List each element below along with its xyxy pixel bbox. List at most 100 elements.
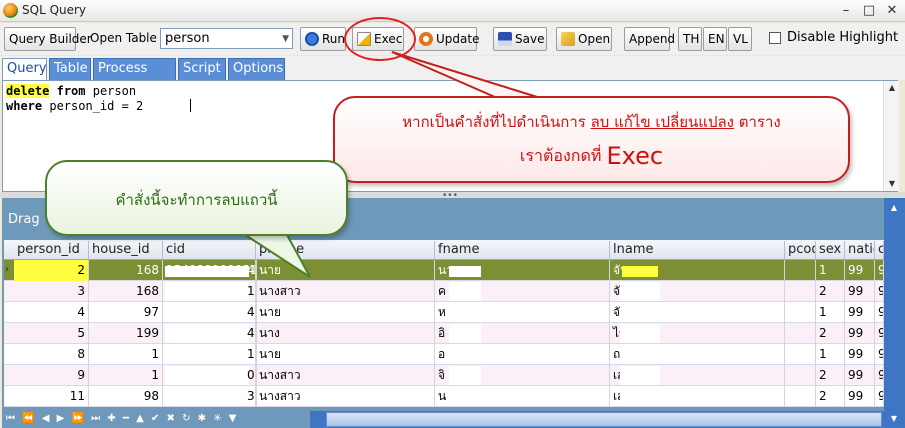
redaction-mask bbox=[165, 324, 249, 343]
cell-natio[interactable]: 99 bbox=[845, 260, 875, 281]
col-header-fname[interactable]: fname bbox=[435, 241, 610, 259]
cell-natio[interactable]: 99 bbox=[845, 365, 875, 386]
cell-natio[interactable]: 99 bbox=[845, 281, 875, 302]
cell-c[interactable]: 9 bbox=[875, 344, 884, 365]
tab-table[interactable]: Table bbox=[49, 58, 91, 80]
disable-highlight-checkbox[interactable] bbox=[769, 32, 781, 44]
cell-person-id[interactable]: 4 bbox=[14, 302, 89, 323]
col-header-nation[interactable]: natio bbox=[845, 241, 875, 259]
cell-natio[interactable]: 99 bbox=[845, 323, 875, 344]
col-header-lname[interactable]: lname bbox=[610, 241, 785, 259]
update-button[interactable]: Update bbox=[414, 27, 479, 51]
lang-th-button[interactable]: TH bbox=[678, 27, 702, 51]
cell-natio[interactable]: 99 bbox=[845, 302, 875, 323]
cell-person-id[interactable]: 9 bbox=[14, 365, 89, 386]
cell-person-id[interactable]: 8 bbox=[14, 344, 89, 365]
col-header-person-id[interactable]: person_id bbox=[14, 241, 89, 259]
disable-highlight-label: Disable Highlight bbox=[787, 30, 899, 45]
col-header-pname[interactable]: pname bbox=[256, 241, 435, 259]
cell-house-id[interactable]: 98 bbox=[89, 386, 163, 407]
close-icon[interactable]: ✕ bbox=[881, 2, 903, 20]
grid-scroll-up-icon[interactable]: ▲ bbox=[886, 201, 902, 215]
grid-scroll-down-icon[interactable]: ▼ bbox=[886, 412, 902, 426]
window-title: SQL Query bbox=[22, 3, 87, 17]
tab-query[interactable]: Query bbox=[2, 58, 47, 80]
cell-natio[interactable]: 99 bbox=[845, 344, 875, 365]
cell-pname[interactable]: นางสาว bbox=[256, 365, 435, 386]
cell-sex[interactable]: 2 bbox=[816, 281, 845, 302]
cell-c[interactable]: 9 bbox=[875, 281, 884, 302]
cell-person-id[interactable]: 2 bbox=[14, 260, 89, 281]
horizontal-scroll-thumb[interactable] bbox=[326, 412, 882, 427]
maximize-icon[interactable]: □ bbox=[858, 2, 880, 20]
cell-c[interactable]: 9 bbox=[875, 386, 884, 407]
cell-house-id[interactable]: 97 bbox=[89, 302, 163, 323]
cid-suffix: 4 bbox=[247, 302, 257, 323]
cell-pname[interactable]: นาง bbox=[256, 323, 435, 344]
cell-c[interactable]: 9 bbox=[875, 260, 884, 281]
query-builder-button[interactable]: Query Builder bbox=[4, 27, 92, 51]
cell-house-id[interactable]: 1 bbox=[89, 344, 163, 365]
col-header-house-id[interactable]: house_id bbox=[89, 241, 163, 259]
cell-natio[interactable]: 99 bbox=[845, 386, 875, 407]
exec-highlight-ellipse bbox=[344, 17, 416, 61]
save-button[interactable]: Save bbox=[493, 27, 547, 51]
cell-pcode[interactable] bbox=[785, 281, 816, 302]
cell-pname[interactable]: นาย bbox=[256, 344, 435, 365]
cell-pcode[interactable] bbox=[785, 323, 816, 344]
redaction-mask bbox=[449, 345, 481, 364]
lang-vl-button[interactable]: VL bbox=[728, 27, 752, 51]
scroll-down-icon[interactable]: ▼ bbox=[884, 177, 900, 191]
cell-sex[interactable]: 1 bbox=[816, 260, 845, 281]
cell-house-id[interactable]: 168 bbox=[89, 281, 163, 302]
cell-sex[interactable]: 2 bbox=[816, 323, 845, 344]
cell-house-id[interactable]: 1 bbox=[89, 365, 163, 386]
redaction-mask bbox=[449, 366, 481, 385]
tab-script[interactable]: Script bbox=[178, 58, 226, 80]
cell-person-id[interactable]: 5 bbox=[14, 323, 89, 344]
cell-pname[interactable]: นางสาว bbox=[256, 281, 435, 302]
col-header-pcode[interactable]: pcode bbox=[785, 241, 816, 259]
cell-house-id[interactable]: 199 bbox=[89, 323, 163, 344]
cell-sex[interactable]: 1 bbox=[816, 302, 845, 323]
record-navigator[interactable]: ⏮ ⏪ ◀ ▶ ⏩ ⏭ ✚ ━ ▲ ✔ ✖ ↻ ✱ ✳ ▼ bbox=[2, 410, 302, 428]
cell-person-id[interactable]: 11 bbox=[14, 386, 89, 407]
cid-suffix: 4 bbox=[247, 260, 257, 281]
cell-pname[interactable]: นาย bbox=[256, 260, 435, 281]
cell-pname[interactable]: นาย bbox=[256, 302, 435, 323]
cell-sex[interactable]: 2 bbox=[816, 365, 845, 386]
run-button[interactable]: Run bbox=[300, 27, 346, 51]
chevron-down-icon[interactable]: ▼ bbox=[282, 30, 289, 49]
cell-pname[interactable]: นางสาว bbox=[256, 386, 435, 407]
tab-options[interactable]: Options bbox=[228, 58, 285, 80]
col-header-sex[interactable]: sex bbox=[816, 241, 845, 259]
save-icon bbox=[498, 32, 512, 46]
col-header-cid[interactable]: cid bbox=[163, 241, 256, 259]
cell-pcode[interactable] bbox=[785, 365, 816, 386]
lang-en-button[interactable]: EN bbox=[703, 27, 727, 51]
open-button[interactable]: Open bbox=[556, 27, 612, 51]
redaction-mask bbox=[165, 303, 249, 322]
cell-sex[interactable]: 1 bbox=[816, 344, 845, 365]
cell-pcode[interactable] bbox=[785, 260, 816, 281]
cell-c[interactable]: 9 bbox=[875, 302, 884, 323]
table-select[interactable]: person ▼ bbox=[160, 28, 293, 49]
cell-c[interactable]: 9 bbox=[875, 365, 884, 386]
cell-c[interactable]: 9 bbox=[875, 323, 884, 344]
cell-pcode[interactable] bbox=[785, 386, 816, 407]
scroll-up-icon[interactable]: ▲ bbox=[884, 81, 900, 95]
cell-house-id[interactable]: 168 bbox=[89, 260, 163, 281]
grid-vertical-scrollbar[interactable] bbox=[884, 198, 905, 428]
col-header-c[interactable]: c bbox=[875, 241, 884, 259]
tab-process-list[interactable]: Process List bbox=[93, 58, 176, 96]
minimize-icon[interactable]: – bbox=[835, 2, 857, 20]
green-callout-text: คำสั่งนี้จะทำการลบแถวนี้ bbox=[115, 191, 278, 209]
cell-sex[interactable]: 2 bbox=[816, 386, 845, 407]
cell-pcode[interactable] bbox=[785, 344, 816, 365]
cell-pcode[interactable] bbox=[785, 302, 816, 323]
cell-person-id[interactable]: 3 bbox=[14, 281, 89, 302]
keyword-from: from bbox=[56, 84, 86, 98]
editor-scrollbar[interactable]: ▲ ▼ bbox=[883, 81, 899, 191]
append-button[interactable]: Append bbox=[624, 27, 675, 51]
redaction-mask bbox=[165, 366, 249, 385]
